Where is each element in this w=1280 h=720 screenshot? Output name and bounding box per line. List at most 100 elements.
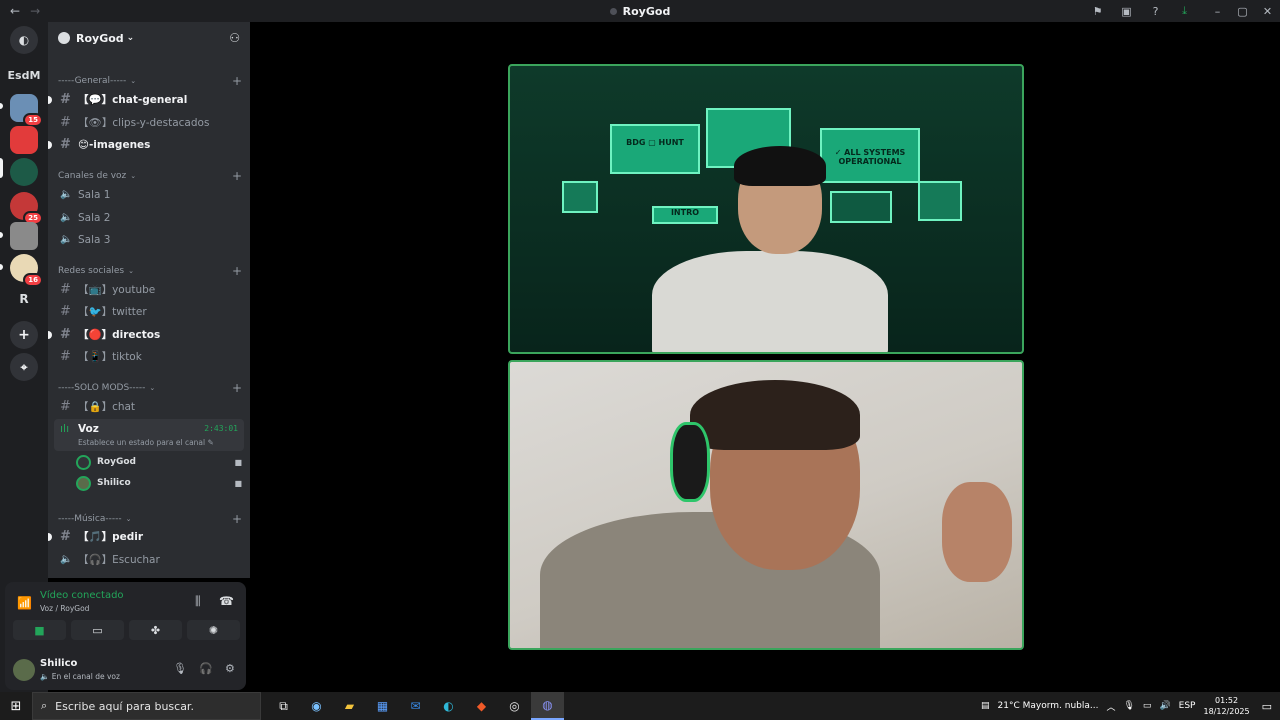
unread-pill bbox=[48, 331, 52, 339]
noise-suppression-icon[interactable]: ⫼ bbox=[195, 594, 201, 609]
channel-escuchar[interactable]: 🔈 【🎧】Escuchar bbox=[54, 549, 244, 570]
download-icon[interactable]: ⤓ bbox=[1170, 4, 1199, 18]
volume-icon[interactable]: 🔊 bbox=[1159, 701, 1170, 711]
windows-start-icon[interactable]: ⊞ bbox=[0, 699, 32, 714]
video-tile-roygod[interactable]: BDG ▢ HUNT ✓ ALL SYSTEMS OPERATIONAL INT… bbox=[508, 64, 1024, 354]
explore-icon[interactable]: ⌖ bbox=[10, 353, 38, 381]
back-arrow-icon[interactable]: ← bbox=[10, 4, 20, 18]
channel-clips[interactable]: # 【👁】clips-y-destacados bbox=[54, 112, 244, 133]
weather-text[interactable]: 21°C Mayorm. nubla... bbox=[998, 701, 1099, 711]
server-header[interactable]: RoyGod ⌄ ⚇ bbox=[48, 22, 250, 54]
edge-icon[interactable]: ◐ bbox=[432, 692, 465, 720]
speaker-icon: 🔈 bbox=[60, 212, 73, 223]
chevron-down-icon: ⌄ bbox=[130, 77, 137, 85]
weather-icon[interactable]: ▤ bbox=[981, 701, 990, 711]
video-tile-shilico[interactable] bbox=[508, 360, 1024, 650]
hash-icon: # bbox=[60, 399, 71, 414]
discord-taskbar-icon[interactable]: ◍ bbox=[531, 692, 564, 720]
add-channel-icon[interactable]: + bbox=[232, 169, 242, 183]
add-channel-icon[interactable]: + bbox=[232, 381, 242, 395]
stream-screen-small bbox=[918, 181, 962, 221]
disconnect-icon[interactable]: ☎ bbox=[219, 594, 234, 608]
server-icon-2[interactable] bbox=[10, 126, 38, 154]
language-indicator[interactable]: ESP bbox=[1179, 701, 1196, 711]
unread-pill bbox=[48, 533, 52, 541]
channel-tiktok[interactable]: # 【📱】tiktok bbox=[54, 346, 244, 367]
channel-sala-1[interactable]: 🔈 Sala 1 bbox=[54, 184, 244, 205]
store-icon[interactable]: ▦ bbox=[366, 692, 399, 720]
chevron-down-icon: ⌄ bbox=[128, 267, 134, 275]
microphone-icon[interactable]: 🎙 bbox=[173, 662, 187, 675]
chrome-icon[interactable]: ◎ bbox=[498, 692, 531, 720]
task-view-icon[interactable]: ⧉ bbox=[267, 692, 300, 720]
connection-status[interactable]: Vídeo conectado bbox=[40, 590, 124, 601]
voice-channel-voz[interactable]: ılı Voz 2:43:01 Establece un estado para… bbox=[54, 419, 244, 451]
flag-icon[interactable]: ⚑ bbox=[1083, 5, 1112, 18]
server-icon-4[interactable]: 25 bbox=[10, 192, 43, 225]
discord-home-icon[interactable]: ◐ bbox=[10, 26, 38, 54]
taskbar-search[interactable]: ⌕ Escribe aquí para buscar. bbox=[32, 692, 261, 720]
screen-icon[interactable]: ▣ bbox=[1112, 5, 1141, 18]
clock[interactable]: 01:52 18/12/2025 bbox=[1203, 695, 1249, 717]
mention-badge: 15 bbox=[23, 113, 43, 127]
server-icon-roygod[interactable] bbox=[10, 158, 38, 186]
brave-icon[interactable]: ◆ bbox=[465, 692, 498, 720]
avatar[interactable] bbox=[13, 659, 35, 681]
server-icon-5[interactable] bbox=[10, 222, 38, 250]
file-explorer-icon[interactable]: ▰ bbox=[333, 692, 366, 720]
channel-youtube[interactable]: # 【📺】youtube bbox=[54, 279, 244, 300]
voice-user-shilico[interactable]: Shilico ■ bbox=[76, 474, 242, 492]
camera-icon: ■ bbox=[234, 457, 242, 467]
voice-user-roygod[interactable]: RoyGod ■ bbox=[76, 453, 242, 471]
streamer-hair bbox=[734, 146, 826, 186]
channel-pedir[interactable]: # 【🎵】pedir bbox=[48, 526, 244, 547]
channel-status-prompt[interactable]: Establece un estado para el canal ✎ bbox=[78, 438, 214, 447]
add-server-icon[interactable]: + bbox=[10, 321, 38, 349]
channel-chat-general[interactable]: # 【💬】chat-general bbox=[48, 89, 244, 110]
add-channel-icon[interactable]: + bbox=[232, 264, 242, 278]
server-dot-icon bbox=[609, 8, 617, 15]
folder-label[interactable]: EsdM bbox=[0, 69, 48, 82]
add-channel-icon[interactable]: + bbox=[232, 512, 242, 526]
connection-location[interactable]: Voz / RoyGod bbox=[40, 604, 89, 613]
copilot-icon[interactable]: ◉ bbox=[300, 692, 333, 720]
user-area[interactable]: Shilico 🔈 En el canal de voz 🎙 🎧 ⚙ bbox=[11, 656, 243, 686]
add-channel-icon[interactable]: + bbox=[232, 74, 242, 88]
channel-twitter[interactable]: # 【🐦】twitter bbox=[54, 301, 244, 322]
activities-button[interactable]: ✤ bbox=[129, 620, 182, 640]
screen-share-button[interactable]: ▭ bbox=[71, 620, 124, 640]
connection-signal-icon: 📶 bbox=[17, 596, 32, 610]
server-icon-6[interactable]: 16 bbox=[10, 254, 43, 287]
channel-imagenes[interactable]: # 😊-imagenes bbox=[48, 134, 244, 155]
maximize-icon[interactable]: ▢ bbox=[1230, 5, 1255, 18]
category-voz[interactable]: Canales de voz ⌄ + bbox=[58, 169, 242, 183]
search-icon: ⌕ bbox=[41, 699, 48, 712]
stream-screen-small bbox=[830, 191, 892, 223]
server-icon-r[interactable]: R bbox=[0, 292, 48, 306]
close-icon[interactable]: ✕ bbox=[1255, 5, 1280, 18]
help-icon[interactable]: ? bbox=[1141, 5, 1170, 18]
forward-arrow-icon[interactable]: → bbox=[30, 4, 40, 18]
camera-button[interactable]: ■ bbox=[13, 620, 66, 640]
chevron-up-icon[interactable]: ︿ bbox=[1106, 700, 1115, 713]
invite-people-icon[interactable]: ⚇ bbox=[229, 31, 240, 45]
mail-icon[interactable]: ✉ bbox=[399, 692, 432, 720]
hash-icon: # bbox=[60, 115, 71, 130]
category-musica[interactable]: -----Música----- ⌄ + bbox=[58, 512, 242, 526]
channel-directos[interactable]: # 【🔴】directos bbox=[48, 324, 244, 345]
headphones-icon[interactable]: 🎧 bbox=[199, 662, 213, 675]
notifications-icon[interactable]: ▭ bbox=[1262, 700, 1272, 713]
chevron-down-icon: ⌄ bbox=[126, 33, 135, 43]
network-icon[interactable]: ▭ bbox=[1143, 701, 1152, 711]
category-redes[interactable]: Redes sociales ⌄ + bbox=[58, 264, 242, 278]
settings-gear-icon[interactable]: ⚙ bbox=[225, 662, 235, 675]
channel-chat[interactable]: # 【🔒】chat bbox=[54, 396, 244, 417]
category-mods[interactable]: -----SOLO MODS----- ⌄ + bbox=[58, 381, 242, 395]
channel-sala-3[interactable]: 🔈 Sala 3 bbox=[54, 229, 244, 250]
soundboard-button[interactable]: ✺ bbox=[187, 620, 240, 640]
minimize-icon[interactable]: – bbox=[1205, 5, 1230, 18]
channel-sala-2[interactable]: 🔈 Sala 2 bbox=[54, 207, 244, 228]
server-icon-1[interactable]: 15 bbox=[10, 94, 43, 127]
category-general[interactable]: -----General----- ⌄ + bbox=[58, 74, 242, 88]
mic-tray-icon[interactable]: 🎙 bbox=[1123, 701, 1134, 711]
